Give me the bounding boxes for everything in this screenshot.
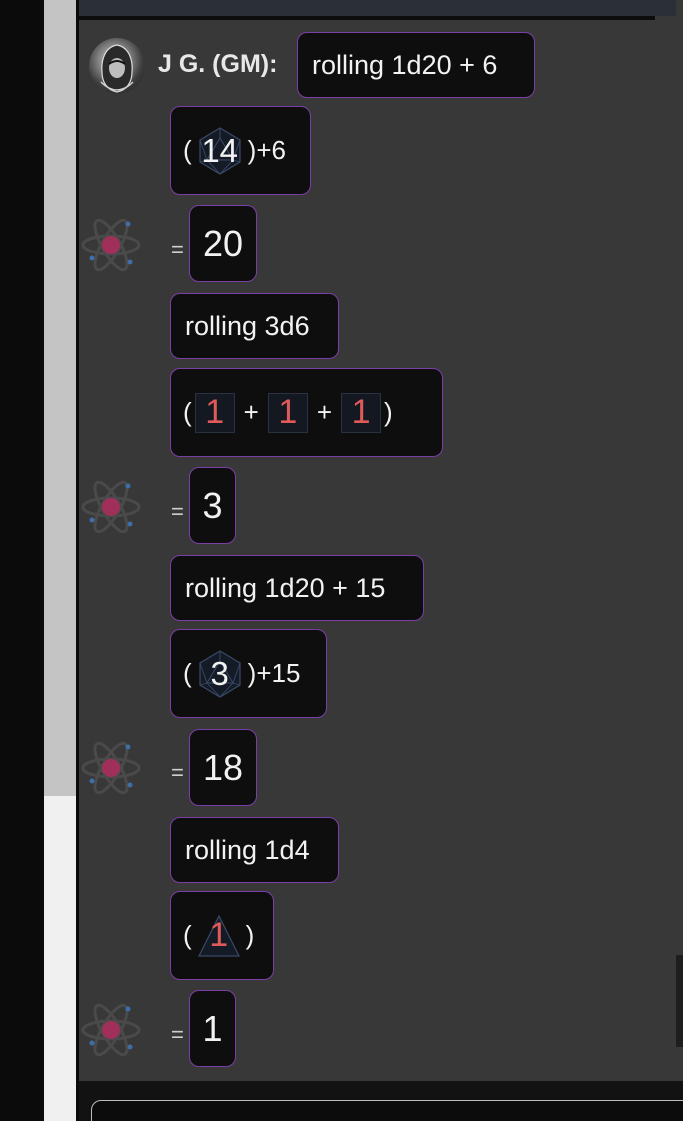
- roll-command-text: rolling 1d20 + 6: [312, 49, 498, 80]
- die-value: 1: [351, 393, 371, 431]
- chat-scrollbar-thumb[interactable]: [676, 955, 683, 1047]
- roll-result-bubble: 1: [189, 990, 236, 1067]
- speaker-name: J G. (GM):: [158, 50, 278, 78]
- close-paren: ): [245, 920, 255, 950]
- atom-icon: [81, 1003, 141, 1057]
- die-value: 1: [209, 916, 229, 954]
- roll-result-bubble: 20: [189, 205, 257, 282]
- modifier: +6: [256, 135, 286, 165]
- scrollbar-thumb[interactable]: [44, 0, 76, 796]
- roll-result-bubble: 18: [189, 729, 257, 806]
- dice-breakdown-bubble: ( 3 ) +15: [170, 629, 327, 718]
- roll-command-text: rolling 1d20 + 15: [185, 572, 386, 603]
- atom-icon: [81, 741, 141, 795]
- die-value: 1: [205, 393, 225, 431]
- dice-breakdown-bubble: ( 1 + 1 + 1 ): [170, 368, 443, 457]
- open-paren: (: [183, 658, 192, 688]
- close-paren: ): [384, 397, 393, 427]
- equals-sign: =: [171, 499, 184, 524]
- roll-total: 3: [202, 484, 223, 526]
- equals-sign: =: [171, 1022, 184, 1047]
- roll-command-bubble: rolling 1d4: [170, 817, 339, 883]
- dice-breakdown-bubble: ( 14 ) +6: [170, 106, 311, 195]
- roll-command-bubble: rolling 1d20 + 15: [170, 555, 424, 621]
- open-paren: (: [183, 920, 192, 950]
- d20-die: 3: [195, 649, 245, 699]
- gm-avatar[interactable]: [89, 38, 145, 94]
- roll-total: 18: [202, 746, 244, 788]
- d20-die: 14: [195, 126, 245, 176]
- chat-input[interactable]: [91, 1100, 683, 1121]
- equals-sign: =: [171, 237, 184, 262]
- die-value: 14: [201, 131, 239, 169]
- die-value: 3: [210, 654, 229, 692]
- roll-command-bubble: rolling 3d6: [170, 293, 339, 359]
- chat-header-bar: [79, 0, 676, 16]
- open-paren: (: [183, 397, 192, 427]
- roll-command-text: rolling 1d4: [185, 834, 310, 865]
- d6-die: 1: [267, 392, 308, 433]
- atom-icon: [81, 480, 141, 534]
- roll-result-bubble: 3: [189, 467, 236, 544]
- d4-die: 1: [195, 912, 243, 960]
- roll-total: 20: [202, 222, 244, 264]
- plus-sign: +: [243, 397, 259, 427]
- d6-die: 1: [194, 392, 235, 433]
- close-paren: ): [247, 135, 257, 165]
- roll-total: 1: [202, 1007, 223, 1049]
- close-paren: ): [247, 658, 257, 688]
- hooded-figure-icon: [100, 44, 134, 93]
- roll-command-text: rolling 3d6: [185, 310, 310, 341]
- atom-icon: [81, 218, 141, 272]
- header-underline: [79, 16, 655, 20]
- modifier: +15: [256, 658, 301, 688]
- die-value: 1: [278, 393, 298, 431]
- equals-sign: =: [171, 760, 184, 785]
- open-paren: (: [183, 135, 192, 165]
- dice-breakdown-bubble: ( 1 ): [170, 891, 274, 980]
- plus-sign: +: [316, 397, 333, 427]
- d6-die: 1: [341, 392, 382, 433]
- roll-command-bubble: rolling 1d20 + 6: [297, 32, 535, 98]
- left-dark-strip: [0, 0, 44, 1121]
